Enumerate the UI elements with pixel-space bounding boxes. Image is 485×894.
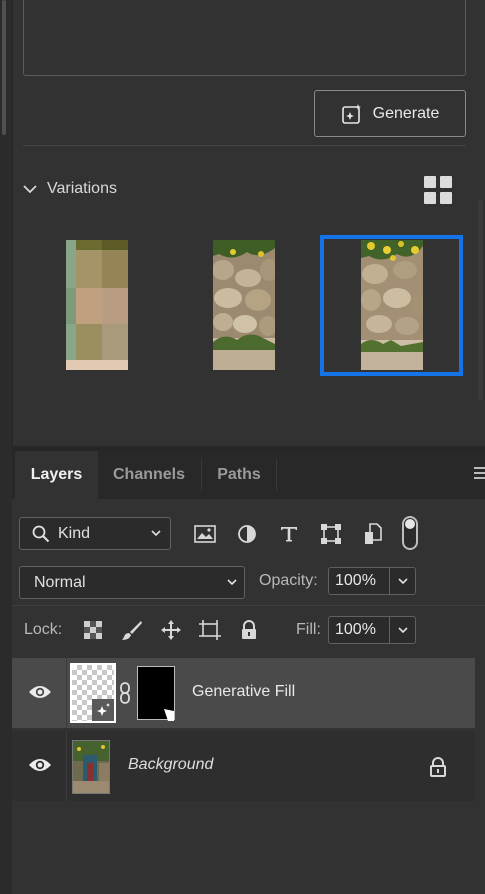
fill-field[interactable]: 100% — [328, 616, 416, 644]
type-layer-filter-icon[interactable] — [274, 519, 304, 549]
opacity-label: Opacity: — [259, 572, 318, 589]
layer-row-background[interactable]: Background — [12, 731, 475, 801]
layer-name[interactable]: Generative Fill — [192, 683, 295, 701]
panel-scrollbar[interactable] — [478, 200, 483, 400]
variation-thumbnail-1[interactable] — [66, 240, 128, 370]
layer-row-generative-fill[interactable]: Generative Fill — [12, 658, 475, 728]
shape-layer-filter-icon[interactable] — [316, 519, 346, 549]
prompt-textarea[interactable] — [23, 0, 466, 76]
lock-artboard-icon[interactable] — [197, 617, 223, 643]
filter-toggle[interactable] — [402, 516, 418, 550]
variation-2-image — [213, 240, 275, 370]
layer-mask-thumbnail[interactable] — [137, 666, 175, 721]
lock-all-icon[interactable] — [236, 617, 262, 643]
scrollbar[interactable] — [2, 0, 6, 135]
layers-panel-tabs: Layers Channels Paths — [12, 451, 485, 499]
variation-thumbnail-3[interactable] — [361, 240, 423, 370]
filter-icons — [190, 519, 388, 549]
divider — [12, 605, 485, 606]
left-gutter — [0, 0, 12, 894]
opacity-dropdown[interactable] — [389, 568, 415, 594]
fill-value[interactable]: 100% — [329, 621, 389, 639]
layer-thumbnail[interactable] — [70, 663, 116, 723]
fill-label: Fill: — [296, 621, 321, 638]
lock-transparent-pixels-icon[interactable] — [80, 617, 106, 643]
variations-label: Variations — [47, 180, 117, 197]
pixel-layer-filter-icon[interactable] — [190, 519, 220, 549]
chevron-down-icon — [397, 627, 408, 634]
layer-thumbnail[interactable] — [72, 740, 110, 794]
lock-icons — [80, 617, 262, 643]
lock-image-pixels-icon[interactable] — [119, 617, 145, 643]
panel-menu-icon[interactable] — [474, 467, 485, 481]
tab-channels[interactable]: Channels — [98, 451, 200, 499]
chevron-down-icon — [397, 578, 408, 585]
chevron-down-icon — [151, 530, 161, 537]
opacity-field[interactable]: 100% — [328, 567, 416, 595]
grid-view-icon[interactable] — [424, 176, 452, 204]
tab-paths[interactable]: Paths — [202, 451, 276, 499]
blend-mode-select[interactable]: Normal — [19, 566, 245, 599]
variation-3-image — [361, 240, 423, 370]
blend-mode-value: Normal — [34, 573, 86, 591]
generate-button-label: Generate — [372, 104, 440, 122]
generative-layer-icon — [92, 699, 114, 721]
generate-button[interactable]: Generate — [314, 90, 466, 137]
generate-sparkle-icon — [341, 103, 361, 124]
tab-separator — [276, 459, 277, 491]
chevron-down-icon — [227, 579, 237, 586]
lock-label: Lock: — [24, 621, 63, 638]
variations-header[interactable]: Variations — [23, 176, 117, 202]
lock-icon[interactable] — [429, 757, 447, 777]
chevron-down-icon — [23, 185, 37, 194]
variation-1-image — [66, 240, 128, 370]
layer-name[interactable]: Background — [128, 756, 213, 774]
lock-position-icon[interactable] — [158, 617, 184, 643]
fill-dropdown[interactable] — [389, 617, 415, 643]
filter-kind-select[interactable]: Kind — [19, 517, 171, 550]
opacity-value[interactable]: 100% — [329, 572, 389, 590]
tab-layers[interactable]: Layers — [15, 451, 98, 499]
eye-visibility-icon[interactable] — [28, 757, 52, 773]
variation-thumbnail-2[interactable] — [213, 240, 275, 370]
divider — [66, 731, 67, 801]
chain-link-icon[interactable] — [118, 682, 132, 704]
divider — [66, 658, 67, 728]
adjustment-layer-filter-icon[interactable] — [232, 519, 262, 549]
smart-object-filter-icon[interactable] — [358, 519, 388, 549]
filter-kind-label: Kind — [58, 524, 91, 542]
divider — [23, 145, 466, 146]
eye-visibility-icon[interactable] — [28, 684, 52, 700]
search-icon — [32, 525, 50, 542]
